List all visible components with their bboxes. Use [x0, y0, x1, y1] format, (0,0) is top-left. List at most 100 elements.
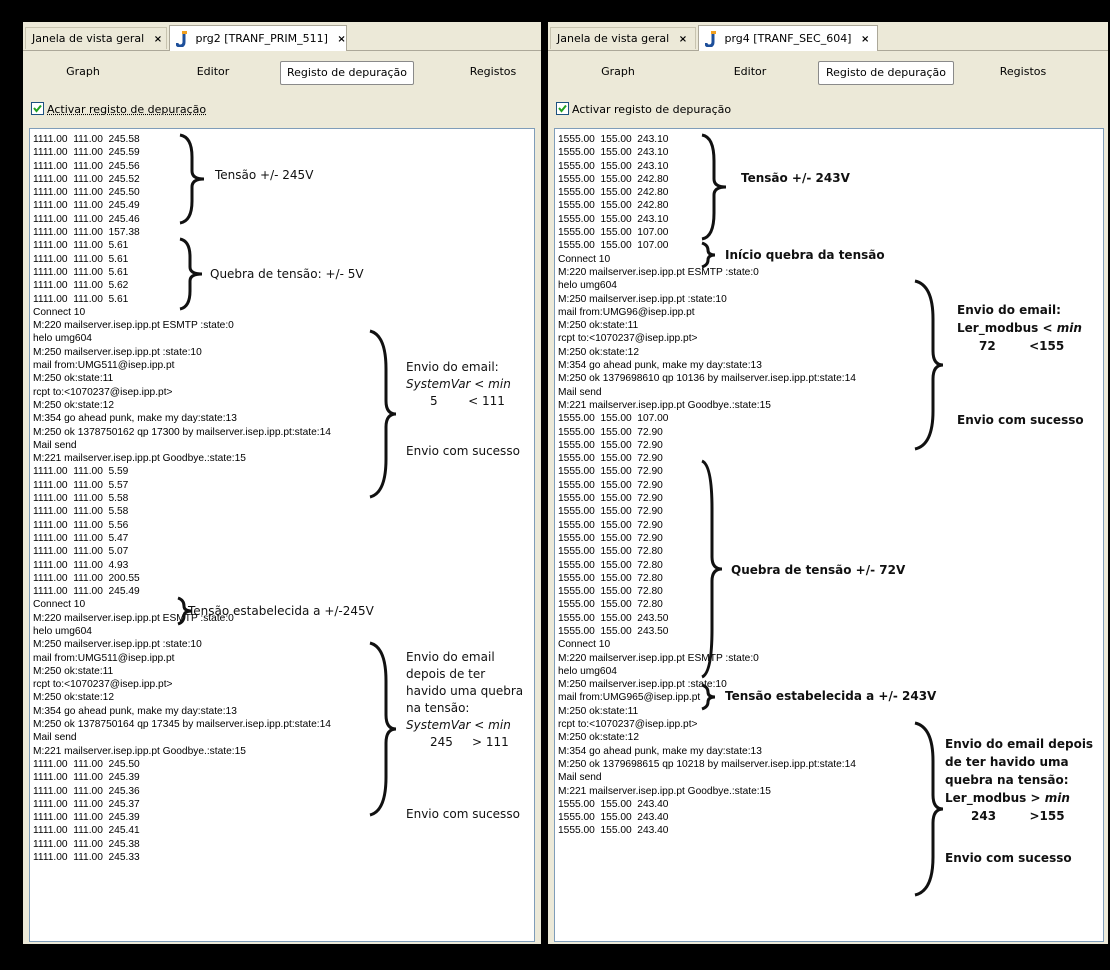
annotation-email-1-success: Envio com sucesso — [957, 413, 1084, 427]
annotation-break: Quebra de tensão: +/- 5V — [210, 267, 364, 281]
log-line: 1555.00 155.00 72.90 — [558, 439, 663, 451]
log-line: M:250 mailserver.isep.ipp.pt :state:10 — [33, 346, 202, 358]
close-icon[interactable]: × — [154, 34, 162, 45]
tab-overview-label: Janela de vista geral — [557, 32, 670, 45]
log-line: M:221 mailserver.isep.ipp.pt Goodbye.:st… — [33, 745, 246, 757]
log-line: 1111.00 111.00 5.58 — [33, 506, 129, 518]
annotation-email-2-values: 245 > 111 — [430, 735, 509, 749]
log-line: 1555.00 155.00 243.40 — [558, 798, 669, 810]
enable-debug-log-checkbox[interactable]: Activar registo de depuração — [31, 102, 206, 118]
log-line: rcpt to:<1070237@isep.ipp.pt> — [33, 679, 173, 691]
log-line: 1111.00 111.00 5.57 — [33, 479, 129, 491]
annotation-email-2-condition: Ler_modbus > min — [945, 791, 1070, 805]
debug-log-textarea[interactable]: 1111.00 111.00 245.58 1111.00 111.00 245.… — [29, 128, 535, 942]
log-line: M:354 go ahead punk, make my day:state:1… — [558, 360, 762, 372]
annotation-email-2-line3: havido uma quebra — [406, 684, 524, 698]
log-line: Mail send — [558, 386, 602, 398]
tab-overview[interactable]: Janela de vista geral × — [550, 27, 696, 49]
view-toolbar: Graph Editor Registo de depuração Regist… — [23, 51, 541, 91]
log-line: 1111.00 111.00 245.37 — [33, 798, 140, 810]
log-line: M:221 mailserver.isep.ipp.pt Goodbye.:st… — [33, 453, 246, 465]
log-line: M:250 ok 1378750162 qp 17300 by mailserv… — [33, 426, 331, 438]
annotation-email-2-line4: na tensão: — [406, 701, 470, 715]
enable-debug-log-label: Activar registo de depuração — [572, 103, 732, 116]
log-line: Mail send — [558, 772, 602, 784]
annotation-break-start: Início quebra da tensão — [725, 248, 885, 262]
graph-button[interactable]: Graph — [588, 61, 648, 83]
log-line: 1111.00 111.00 5.47 — [33, 532, 129, 544]
log-line: 1111.00 111.00 245.38 — [33, 838, 140, 850]
tab-bar: Janela de vista geral × prg4 [TRANF_SEC_… — [548, 22, 1108, 51]
logs-button[interactable]: Registos — [463, 61, 523, 83]
annotation-email-2-line1: Envio do email — [406, 650, 495, 664]
tab-program[interactable]: prg4 [TRANF_SEC_604] × — [698, 25, 878, 51]
annotation-email-1: Envio do email: SystemVar < min 5 < 111 — [406, 359, 511, 410]
brace-icon — [701, 459, 723, 679]
log-line: M:250 ok:state:11 — [558, 320, 639, 332]
close-icon[interactable]: × — [679, 34, 687, 45]
annotation-email-2-line1: Envio do email depois — [945, 737, 1094, 751]
log-line: rcpt to:<1070237@isep.ipp.pt> — [558, 333, 698, 345]
log-line: 1111.00 111.00 245.41 — [33, 825, 140, 837]
annotation-email-1-success: Envio com sucesso — [406, 444, 520, 458]
log-line: M:354 go ahead punk, make my day:state:1… — [33, 705, 237, 717]
graph-button[interactable]: Graph — [53, 61, 113, 83]
log-line: 1555.00 155.00 72.90 — [558, 426, 663, 438]
close-icon[interactable]: × — [861, 34, 869, 45]
log-line: M:250 ok:state:11 — [33, 665, 114, 677]
annotation-email-2-line2: depois de ter — [406, 667, 486, 681]
checkbox-checked-icon — [556, 102, 569, 115]
annotation-restored: Tensão estabelecida a +/- 243V — [725, 689, 937, 703]
log-line: M:250 ok:state:12 — [33, 399, 114, 411]
brace-icon — [369, 641, 397, 817]
tab-overview[interactable]: Janela de vista geral × — [25, 27, 167, 49]
log-line: M:354 go ahead punk, make my day:state:1… — [33, 413, 237, 425]
log-line: Mail send — [33, 439, 77, 451]
log-line: rcpt to:<1070237@isep.ipp.pt> — [33, 386, 173, 398]
log-line: 1111.00 111.00 5.59 — [33, 466, 129, 478]
editor-button[interactable]: Editor — [183, 61, 243, 83]
log-line: M:221 mailserver.isep.ipp.pt Goodbye.:st… — [558, 785, 771, 797]
log-line: helo umg604 — [558, 280, 617, 292]
tab-program[interactable]: prg2 [TRANF_PRIM_511] × — [169, 25, 347, 51]
debug-log-button[interactable]: Registo de depuração — [280, 61, 414, 85]
annotation-email-1-condition: SystemVar < min — [406, 377, 511, 391]
log-line: 1555.00 155.00 243.40 — [558, 812, 669, 824]
log-line: M:250 ok:state:11 — [33, 373, 114, 385]
log-line: 1111.00 111.00 5.56 — [33, 519, 129, 531]
log-line: M:354 go ahead punk, make my day:state:1… — [558, 745, 762, 757]
tab-program-label: prg4 [TRANF_SEC_604] — [724, 32, 852, 45]
annotation-email-1-condition: Ler_modbus < min — [957, 321, 1082, 335]
annotation-email-2-values: 243 >155 — [971, 809, 1065, 823]
log-line: M:250 mailserver.isep.ipp.pt :state:10 — [33, 639, 202, 651]
logs-button[interactable]: Registos — [988, 61, 1058, 83]
java-program-icon — [176, 31, 187, 47]
log-line: mail from:UMG96@isep.ipp.pt — [558, 306, 695, 318]
annotation-email-1-values: 5 < 111 — [430, 394, 505, 408]
close-icon[interactable]: × — [337, 34, 345, 45]
annotation-email-1: Envio do email: Ler_modbus < min 72 <155 — [957, 301, 1082, 355]
enable-debug-log-checkbox[interactable]: Activar registo de depuração — [556, 102, 731, 118]
brace-icon — [914, 279, 944, 451]
editor-button[interactable]: Editor — [720, 61, 780, 83]
log-line: 1111.00 111.00 200.55 — [33, 572, 140, 584]
log-line: 1111.00 111.00 245.39 — [33, 812, 140, 824]
log-line: 1111.00 111.00 245.36 — [33, 785, 140, 797]
debug-log-textarea[interactable]: 1555.00 155.00 243.10 1555.00 155.00 243.… — [554, 128, 1104, 942]
annotation-email-2: Envio do email depois de ter havido uma … — [406, 649, 523, 751]
annotation-email-2-success: Envio com sucesso — [406, 807, 520, 821]
log-line: M:220 mailserver.isep.ipp.pt ESMTP :stat… — [33, 320, 234, 332]
brace-icon — [179, 237, 203, 311]
enable-debug-log-label: Activar registo de depuração — [47, 103, 207, 116]
log-line: M:250 ok:state:12 — [33, 692, 114, 704]
log-line: rcpt to:<1070237@isep.ipp.pt> — [558, 719, 698, 731]
right-program-window: Janela de vista geral × prg4 [TRANF_SEC_… — [548, 22, 1108, 944]
view-toolbar: Graph Editor Registo de depuração Regist… — [548, 51, 1108, 91]
log-line: M:250 ok 1378750164 qp 17345 by mailserv… — [33, 719, 331, 731]
annotation-email-2-line3: quebra na tensão: — [945, 773, 1069, 787]
debug-log-button[interactable]: Registo de depuração — [818, 61, 954, 85]
log-line: M:250 ok 1379698610 qp 10136 by mailserv… — [558, 373, 856, 385]
log-line: 1555.00 155.00 107.00 — [558, 413, 669, 425]
annotation-restored: Tensão estabelecida a +/-245V — [188, 604, 374, 618]
log-line: M:250 ok:state:12 — [558, 346, 639, 358]
